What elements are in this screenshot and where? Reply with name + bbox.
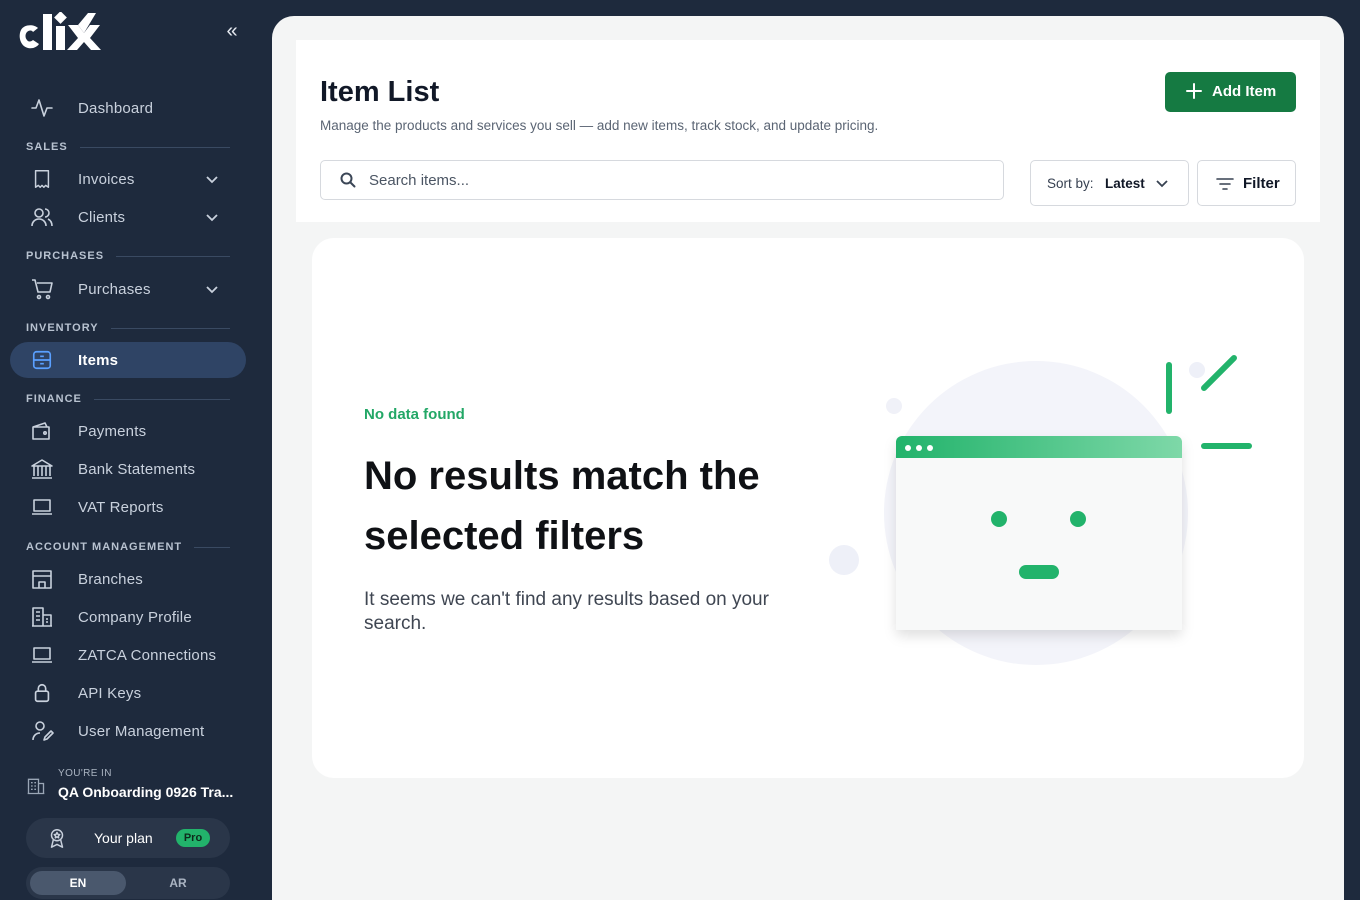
search-icon: [339, 171, 357, 194]
search-input[interactable]: [369, 169, 969, 191]
bank-icon: [30, 457, 54, 481]
page-title: Item List: [320, 76, 440, 108]
filter-icon: [1216, 176, 1234, 197]
box-icon: [30, 348, 54, 372]
sidebar-item-label: Dashboard: [78, 99, 154, 117]
sidebar-item-label: Bank Statements: [78, 460, 196, 478]
section-label: PURCHASES: [26, 250, 105, 262]
sidebar-item-zatca-connections[interactable]: ZATCA Connections: [10, 637, 246, 673]
sidebar-item-label: User Management: [78, 722, 205, 740]
plus-icon: [1185, 82, 1203, 105]
store-icon: [30, 567, 54, 591]
sidebar-item-label: Branches: [78, 570, 143, 588]
section-divider: [116, 255, 230, 257]
workspace-switcher[interactable]: YOU'RE IN QA Onboarding 0926 Tra...: [26, 768, 246, 808]
sidebar-item-invoices[interactable]: Invoices: [10, 161, 246, 197]
section-label: SALES: [26, 141, 68, 153]
section-label: ACCOUNT MANAGEMENT: [26, 541, 183, 553]
plan-label: Your plan: [94, 830, 153, 846]
empty-state-illustration: [812, 348, 1272, 693]
activity-icon: [30, 96, 54, 120]
sidebar-item-payments[interactable]: Payments: [10, 413, 246, 449]
sidebar-item-label: Clients: [78, 208, 126, 226]
sidebar-item-label: ZATCA Connections: [78, 646, 217, 664]
laptop-icon: [30, 495, 54, 519]
page-subtitle: Manage the products and services you sel…: [320, 118, 879, 133]
sidebar-item-purchases[interactable]: Purchases: [10, 271, 246, 307]
section-inventory: INVENTORY: [26, 321, 230, 335]
sort-value: Latest: [1105, 176, 1145, 191]
pro-badge: Pro: [176, 829, 210, 847]
workspace-caption: YOU'RE IN: [58, 768, 112, 779]
plan-button[interactable]: Your plan Pro: [26, 818, 230, 858]
sidebar: « Dashboard SALES Invoices Clients PURCH…: [0, 0, 272, 900]
clix-logo[interactable]: [16, 12, 122, 54]
sidebar-item-label: Company Profile: [78, 608, 192, 626]
building-icon: [26, 776, 46, 801]
section-purchases: PURCHASES: [26, 249, 230, 263]
receipt-icon: [30, 167, 54, 191]
users-icon: [30, 205, 54, 229]
sidebar-item-vat-reports[interactable]: VAT Reports: [10, 489, 246, 525]
sidebar-item-label: API Keys: [78, 684, 142, 702]
chevron-down-icon[interactable]: [202, 169, 222, 189]
language-en[interactable]: EN: [30, 871, 126, 895]
sidebar-item-bank-statements[interactable]: Bank Statements: [10, 451, 246, 487]
language-ar[interactable]: AR: [130, 871, 226, 895]
workspace-name: QA Onboarding 0926 Tra...: [58, 784, 234, 800]
chevron-down-icon: [1154, 175, 1170, 196]
section-divider: [194, 546, 230, 548]
laptop-icon: [30, 643, 54, 667]
section-finance: FINANCE: [26, 392, 230, 406]
chevron-down-icon[interactable]: [202, 279, 222, 299]
lock-icon: [30, 681, 54, 705]
sidebar-item-company-profile[interactable]: Company Profile: [10, 599, 246, 635]
sidebar-item-label: Items: [78, 351, 119, 369]
section-divider: [93, 398, 230, 400]
sidebar-item-api-keys[interactable]: API Keys: [10, 675, 246, 711]
section-divider: [110, 327, 230, 329]
sidebar-item-label: VAT Reports: [78, 498, 164, 516]
empty-state-description: It seems we can't find any results based…: [364, 589, 769, 634]
empty-state: No data found No results match the selec…: [312, 238, 1304, 778]
sidebar-item-label: Purchases: [78, 280, 151, 298]
filter-label: Filter: [1243, 175, 1280, 192]
collapse-sidebar-icon[interactable]: «: [222, 20, 242, 44]
cart-icon: [30, 277, 54, 301]
add-item-label: Add Item: [1212, 83, 1277, 100]
sidebar-item-user-management[interactable]: User Management: [10, 713, 246, 749]
user-edit-icon: [30, 719, 54, 743]
section-account-management: ACCOUNT MANAGEMENT: [26, 540, 230, 554]
sidebar-item-dashboard[interactable]: Dashboard: [10, 90, 246, 126]
sidebar-item-label: Payments: [78, 422, 147, 440]
sidebar-item-items[interactable]: Items: [10, 342, 246, 378]
sidebar-item-clients[interactable]: Clients: [10, 199, 246, 235]
wallet-icon: [30, 419, 54, 443]
section-divider: [79, 146, 230, 148]
language-toggle[interactable]: EN AR: [26, 867, 230, 899]
sidebar-item-label: Invoices: [78, 170, 135, 188]
award-icon: [46, 827, 68, 854]
section-label: FINANCE: [26, 393, 82, 405]
sidebar-item-branches[interactable]: Branches: [10, 561, 246, 597]
search-box[interactable]: [320, 160, 1004, 200]
sort-dropdown[interactable]: Sort by: Latest: [1030, 160, 1189, 206]
sort-label: Sort by:: [1047, 176, 1094, 191]
section-label: INVENTORY: [26, 322, 99, 334]
page-header: Item List Manage the products and servic…: [296, 40, 1320, 222]
add-item-button[interactable]: Add Item: [1165, 72, 1296, 112]
main-content: Item List Manage the products and servic…: [272, 16, 1344, 900]
chevron-down-icon[interactable]: [202, 207, 222, 227]
section-sales: SALES: [26, 140, 230, 154]
empty-state-label: No data found: [364, 406, 465, 423]
filter-button[interactable]: Filter: [1197, 160, 1296, 206]
empty-state-title: No results match the selected filters: [364, 454, 760, 558]
building-icon: [30, 605, 54, 629]
